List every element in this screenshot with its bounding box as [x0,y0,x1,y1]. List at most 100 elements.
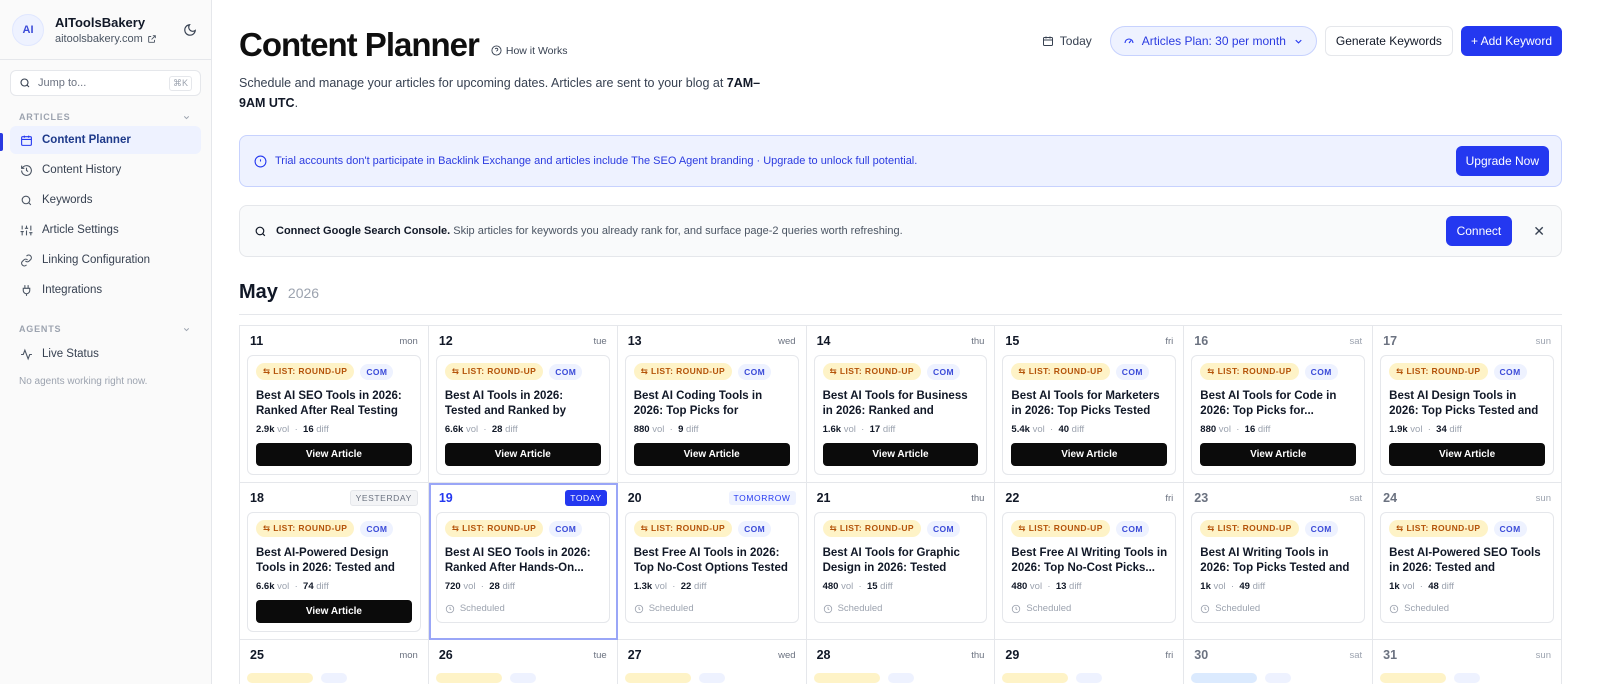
article-badges: ⇆ LIST: ROUND-UP COM [256,520,412,537]
theme-toggle-moon-icon[interactable] [181,21,199,39]
calendar-day-cell[interactable]: 20 TOMORROW ⇆ LIST: ROUND-UP COM Best Free A… [617,483,807,640]
scheduled-status: Scheduled [445,603,601,614]
calendar-day-cell[interactable]: 31 sun [1373,640,1562,684]
article-card[interactable]: ⇆ LIST: ROUND-UP COM Best AI-Powered SEO T… [1380,512,1554,623]
round-up-icon: ⇆ [1396,523,1407,533]
calendar-day-cell[interactable]: 24 sun ⇆ LIST: ROUND-UP COM Best AI-Powered … [1373,483,1562,640]
day-of-week: sun [1535,649,1551,661]
article-title: Best AI Tools in 2026: Tested and Ranked… [444,390,567,417]
today-button[interactable]: Today [1032,26,1102,56]
sidebar-item-integrations[interactable]: Integrations [10,276,201,304]
volume-value: 480 [822,581,839,592]
sidebar-item-article-settings[interactable]: Article Settings [10,216,201,244]
article-badges: ⇆ LIST: ROUND-UP COM [1200,520,1356,537]
calendar-day-cell[interactable]: 27 wed [618,640,807,684]
calendar-day-cell[interactable]: 23 sat ⇆ LIST: ROUND-UP COM Best AI Writing … [1184,483,1374,640]
view-article-button[interactable]: View Article [1389,443,1545,466]
upgrade-now-button[interactable]: Upgrade Now [1455,146,1549,176]
article-card[interactable]: ⇆ LIST: ROUND-UP COM Best AI Design Tools … [1380,355,1554,475]
article-stats: 1k vol · 49 diff [1200,581,1266,592]
round-up-icon: ⇆ [640,523,651,533]
calendar-day-cell[interactable]: 22 fri ⇆ LIST: ROUND-UP COM Best Free AI Wri… [995,483,1185,640]
article-card[interactable]: ⇆ LIST: ROUND-UP COM Best Free AI Tools in… [624,512,799,623]
day-header: 17 sun [1380,333,1554,349]
calendar-day-cell[interactable]: 14 thu ⇆ LIST: ROUND-UP COM Best AI Tools fo… [806,326,996,483]
tld-badge-peek [887,673,914,683]
calendar-day-cell[interactable]: 15 fri ⇆ LIST: ROUND-UP COM Best AI Tools fo… [995,326,1185,483]
view-article-button[interactable]: View Article [633,443,790,466]
add-keyword-button[interactable]: + Add Keyword [1460,26,1562,56]
avatar[interactable]: AI [12,14,44,46]
sidebar-item-content-planner[interactable]: Content Planner [10,126,201,154]
sidebar-item-content-history[interactable]: Content History [10,156,201,184]
day-of-week: sun [1535,335,1551,347]
generate-keywords-button[interactable]: Generate Keywords [1324,26,1453,56]
calendar-day-cell[interactable]: 13 wed ⇆ LIST: ROUND-UP COM Best AI Coding T… [617,326,807,483]
sidebar-item-linking-configuration[interactable]: Linking Configuration [10,246,201,274]
calendar-day-cell[interactable]: 28 thu [807,640,996,684]
article-card[interactable]: ⇆ LIST: ROUND-UP COM Best AI Writing Tools… [1191,512,1366,623]
volume-label: vol [652,424,665,435]
calendar-day-cell[interactable]: 19 TODAY ⇆ LIST: ROUND-UP COM Best AI SEO To… [428,483,618,640]
article-title: Best AI-Powered SEO Tools in 2026: Teste… [1389,547,1541,574]
calendar-day-cell[interactable]: 29 fri [995,640,1185,684]
subtitle-end: . [294,96,299,110]
close-icon[interactable]: ✕ [1533,223,1545,240]
view-article-button[interactable]: View Article [256,600,412,623]
view-article-button[interactable]: View Article [444,443,601,466]
day-of-week: tue [593,335,607,347]
chevron-down-icon [183,327,190,331]
article-card[interactable]: ⇆ LIST: ROUND-UP COM Best AI Tools in 2026… [435,355,610,475]
day-number: 31 [1383,648,1398,662]
calendar-day-cell[interactable]: 12 tue ⇆ LIST: ROUND-UP COM Best AI Tools in… [428,326,618,483]
round-up-icon: ⇆ [263,366,274,376]
agents-section-header[interactable]: AGENTS [0,322,211,336]
day-of-week: wed [778,335,796,347]
difficulty-value: 40 [1058,424,1070,435]
difficulty-value: 22 [680,581,692,592]
article-card[interactable]: ⇆ LIST: ROUND-UP COM Best Free AI Writing … [1002,512,1177,623]
calendar-day-cell[interactable]: 25 mon [240,640,429,684]
article-card[interactable]: ⇆ LIST: ROUND-UP COM Best AI SEO Tools in … [435,512,610,623]
jump-to-search[interactable]: Jump to... ⌘K [10,70,201,96]
difficulty-label: diff [882,424,896,435]
article-card[interactable]: ⇆ LIST: ROUND-UP COM Best AI Tools for Gra… [813,512,988,623]
connect-button[interactable]: Connect [1445,216,1513,246]
article-card[interactable]: ⇆ LIST: ROUND-UP COM Best AI Tools for Mar… [1002,355,1177,475]
tld-badge: COM [549,520,583,537]
calendar-day-cell[interactable]: 16 sat ⇆ LIST: ROUND-UP COM Best AI Tools fo… [1184,326,1374,483]
scheduled-status: Scheduled [1011,603,1167,614]
calendar-day-cell[interactable]: 26 tue [429,640,618,684]
calendar-day-cell[interactable]: 21 thu ⇆ LIST: ROUND-UP COM Best AI Tools fo… [806,483,996,640]
day-header: 30 sat [1191,647,1365,663]
article-type-label: LIST: ROUND-UP [462,366,537,376]
sidebar-item-live-status[interactable]: Live Status [10,340,201,368]
sidebar-item-label: Linking Configuration [42,254,151,266]
sidebar-item-keywords[interactable]: Keywords [10,186,201,214]
calendar-day-cell[interactable]: 17 sun ⇆ LIST: ROUND-UP COM Best AI Design T… [1373,326,1562,483]
article-title: Best AI Coding Tools in 2026: Top Picks … [633,390,763,417]
jump-placeholder: Jump to... [38,77,87,89]
calendar-day-cell[interactable]: 11 mon ⇆ LIST: ROUND-UP COM Best AI SEO Tool… [240,326,429,483]
difficulty-label: diff [1252,581,1266,592]
article-card[interactable]: ⇆ LIST: ROUND-UP COM Best AI Coding Tools … [624,355,799,475]
tld-badge: COM [926,363,960,380]
calendar-day-cell[interactable]: 18 YESTERDAY ⇆ LIST: ROUND-UP COM Best AI-Po… [240,483,429,640]
how-it-works-link[interactable]: How it Works [491,45,568,57]
articles-section-header[interactable]: ARTICLES [0,110,211,124]
view-article-button[interactable]: View Article [1200,443,1357,466]
brand-url-link[interactable]: aitoolsbakery.com [55,33,181,45]
view-article-button[interactable]: View Article [256,443,412,466]
view-article-button[interactable]: View Article [1011,443,1168,466]
calendar-day-cell[interactable]: 30 sat [1184,640,1374,684]
article-card[interactable]: ⇆ LIST: ROUND-UP COM Best AI-Powered Desig… [247,512,421,632]
article-card[interactable]: ⇆ LIST: ROUND-UP COM Best AI SEO Tools in … [247,355,421,475]
brand-url[interactable]: aitoolsbakery.com [55,33,143,45]
article-type-badge: ⇆ LIST: ROUND-UP [1011,520,1110,537]
view-article-button[interactable]: View Article [822,443,979,466]
article-type-label: LIST: ROUND-UP [1028,366,1103,376]
article-card[interactable]: ⇆ LIST: ROUND-UP COM Best AI Tools for Cod… [1191,355,1366,475]
articles-plan-dropdown[interactable]: Articles Plan: 30 per month [1109,26,1317,56]
article-type-badge: ⇆ LIST: ROUND-UP [256,520,355,537]
article-card[interactable]: ⇆ LIST: ROUND-UP COM Best AI Tools for Bus… [813,355,988,475]
